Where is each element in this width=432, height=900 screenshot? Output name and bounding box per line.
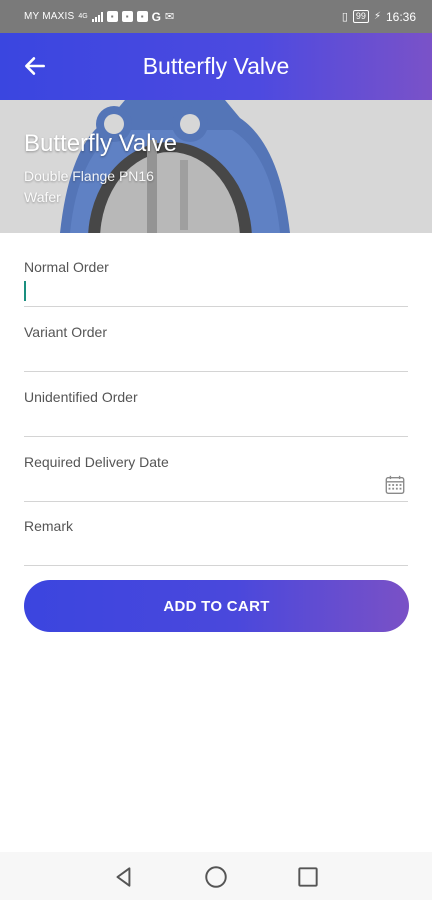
charging-icon: ⚡ [373,11,381,22]
system-nav-bar [0,852,432,900]
unidentified-order-input[interactable] [24,410,364,432]
product-subtitle: Double Flange PN16 [24,168,154,184]
butterfly-valve-image [0,100,432,233]
vibrate-icon: ▯ [341,11,348,23]
field-label: Unidentified Order [24,389,138,405]
product-subtitle-2: Wafer [24,189,61,205]
status-right: ▯ 99 ⚡ 16:36 [342,10,416,24]
status-bar: MY MAXIS 4G ▪ ▪ ▪ G ✉ ▯ 99 ⚡ 16:36 [0,0,432,33]
calendar-icon[interactable] [384,474,406,496]
unidentified-order-field[interactable]: Unidentified Order [24,389,408,437]
remark-input[interactable] [24,539,364,561]
delivery-date-input[interactable] [24,475,364,497]
delivery-date-field[interactable]: Required Delivery Date [24,454,408,502]
app-notification-icon: ▪ [136,11,148,22]
recents-square-icon[interactable] [295,864,321,890]
field-label: Required Delivery Date [24,454,169,470]
normal-order-field[interactable]: Normal Order [24,259,408,307]
add-to-cart-button[interactable]: ADD TO CART [24,580,409,632]
status-time: 16:36 [385,9,416,24]
back-triangle-icon[interactable] [111,864,137,890]
app-notification-icon: ▪ [121,11,133,22]
product-banner: Butterfly Valve Double Flange PN16 Wafer [0,100,432,233]
field-label: Normal Order [24,259,109,275]
signal-icon [91,11,103,22]
mail-icon: ✉ [165,11,175,23]
normal-order-input[interactable] [24,280,364,302]
network-type: 4G [78,13,88,20]
variant-order-field[interactable]: Variant Order [24,324,408,372]
home-circle-icon[interactable] [203,864,229,890]
variant-order-input[interactable] [24,345,364,367]
remark-field[interactable]: Remark [24,518,408,566]
status-left: MY MAXIS 4G ▪ ▪ ▪ G ✉ [24,10,174,24]
field-label: Remark [24,518,74,534]
page-title: Butterfly Valve [142,53,290,79]
product-title: Butterfly Valve [24,130,177,157]
field-label: Variant Order [24,324,107,340]
battery-icon: 99 [352,10,369,23]
app-notification-icon: ▪ [106,11,118,22]
app-bar: Butterfly Valve [0,33,432,100]
carrier-name: MY MAXIS [24,11,75,22]
google-icon: G [151,9,162,24]
